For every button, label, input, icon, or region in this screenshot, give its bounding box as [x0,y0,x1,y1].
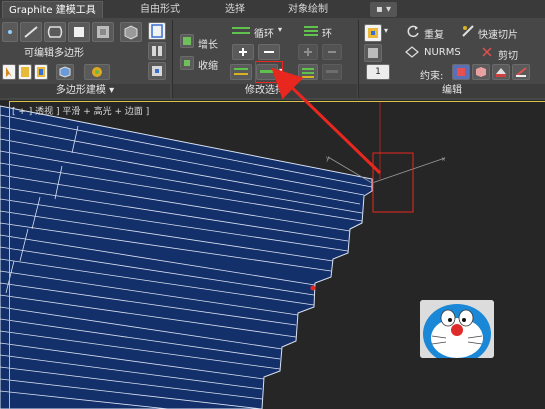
doraemon-watermark-icon [420,300,494,358]
